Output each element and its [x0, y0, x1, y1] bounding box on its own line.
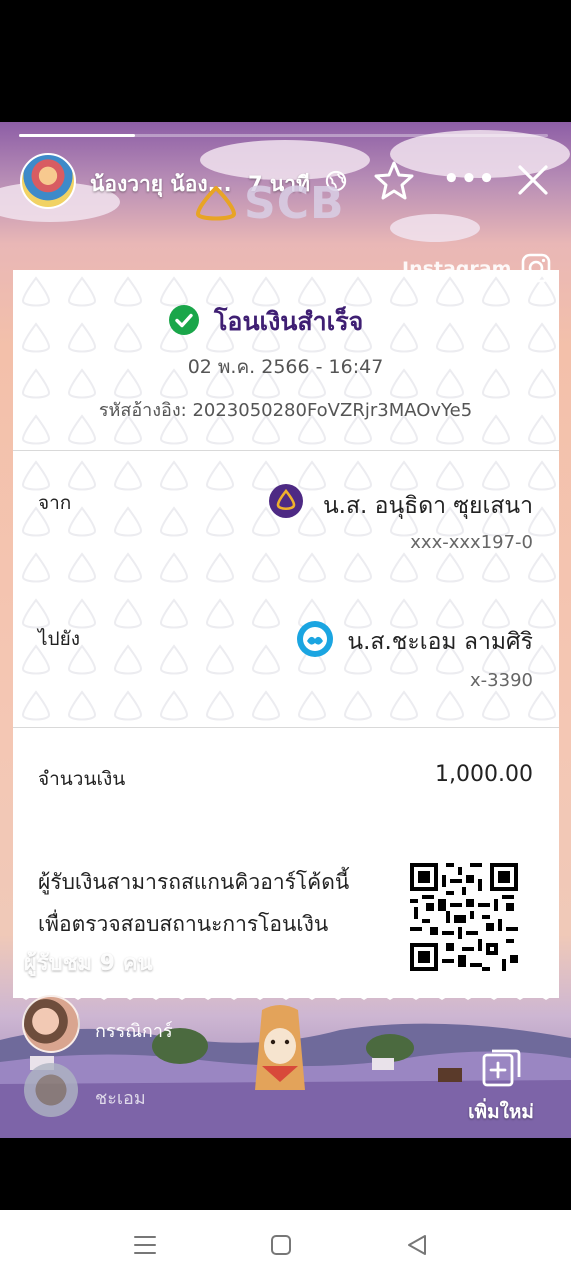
instagram-icon	[521, 253, 551, 283]
user-avatar[interactable]	[20, 153, 76, 209]
amount-label: จำนวนเงิน	[38, 768, 126, 790]
recipient-account: x-3390	[470, 670, 533, 691]
story-progress-fill	[19, 134, 136, 137]
scb-logo-icon	[195, 186, 237, 221]
amount-value: 1,000.00	[435, 762, 533, 787]
screen: น้องวายุ น้อง... 7 นาที SCB ••• Instagra…	[0, 0, 571, 1280]
qr-caption-line1: ผู้รับเงินสามารถสแกนคิวอาร์โค้ดนี้	[38, 870, 350, 894]
qr-code-icon	[410, 863, 518, 971]
more-icon[interactable]: •••	[443, 164, 495, 194]
menu-icon[interactable]	[128, 1230, 162, 1260]
system-nav-bar	[0, 1210, 571, 1280]
viewer-avatar[interactable]	[22, 995, 80, 1053]
viewer-name[interactable]: ชะเอม	[95, 1083, 146, 1112]
from-label: จาก	[38, 492, 72, 514]
home-icon[interactable]	[264, 1230, 298, 1260]
viewer-name[interactable]: กรรณิการ์	[95, 1016, 173, 1045]
add-new-label: เพิ่มใหม่	[468, 1101, 534, 1123]
add-new-story-button[interactable]: เพิ่มใหม่	[458, 1045, 544, 1125]
add-story-icon	[482, 1049, 521, 1087]
star-icon[interactable]	[372, 158, 416, 202]
ktb-bank-icon	[297, 621, 333, 657]
sender-name: น.ส. อนุธิดา ซุยเสนา	[322, 493, 533, 519]
transaction-reference: รหัสอ้างอิง: 2023050280FoVZRjr3MAOvYe5	[98, 400, 473, 421]
recipient-name: น.ส.ชะเอม ลามศิริ	[347, 629, 533, 655]
divider	[13, 450, 559, 451]
sender-account: xxx-xxx197-0	[410, 532, 533, 553]
viewers-underline	[24, 983, 214, 985]
back-icon[interactable]	[400, 1230, 434, 1260]
viewers-count[interactable]: ผู้รับชม 9 คน	[24, 945, 153, 980]
transaction-datetime: 02 พ.ค. 2566 - 16:47	[187, 356, 384, 378]
scb-brand-text: SCB	[244, 178, 345, 229]
close-icon[interactable]	[515, 162, 551, 198]
check-circle-icon	[169, 305, 199, 335]
qr-caption-line2: เพื่อตรวจสอบสถานะการโอนเงิน	[38, 912, 329, 936]
story-progress-bar	[19, 134, 548, 137]
scb-bank-icon	[269, 484, 303, 518]
divider	[13, 727, 559, 728]
instagram-watermark: Instagram	[402, 258, 512, 280]
to-label: ไปยัง	[38, 628, 81, 650]
viewer-avatar[interactable]	[24, 1063, 78, 1117]
transfer-status: โอนเงินสำเร็จ	[214, 307, 364, 336]
